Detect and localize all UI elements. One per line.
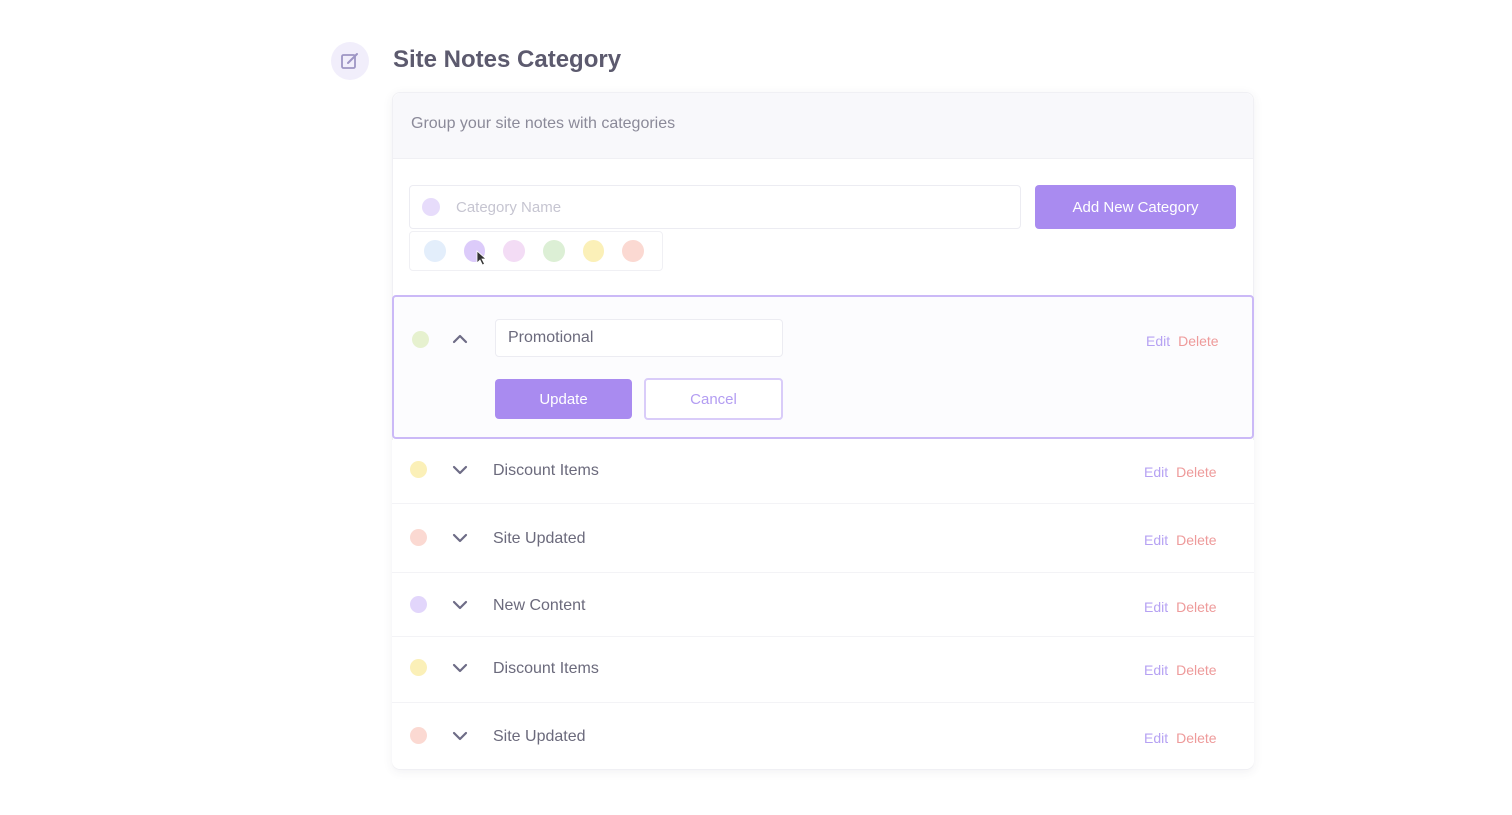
row-actions: Edit Delete [1146, 333, 1219, 349]
delete-link[interactable]: Delete [1176, 730, 1216, 746]
category-row[interactable]: Discount Items Edit Delete [392, 637, 1254, 703]
category-row[interactable]: New Content Edit Delete [392, 573, 1254, 637]
category-row[interactable]: Discount Items Edit Delete [392, 440, 1254, 504]
color-picker [409, 231, 663, 271]
color-swatch-pink[interactable] [503, 240, 526, 262]
chevron-up-icon[interactable] [452, 334, 468, 344]
edit-link[interactable]: Edit [1144, 730, 1168, 746]
page: Site Notes Category Group your site note… [0, 0, 1512, 815]
row-actions: Edit Delete [1144, 464, 1217, 480]
category-row[interactable]: Site Updated Edit Delete [392, 703, 1254, 769]
page-title: Site Notes Category [393, 46, 622, 73]
chevron-down-icon[interactable] [452, 731, 468, 741]
category-edit-input[interactable] [495, 319, 783, 357]
delete-link[interactable]: Delete [1176, 599, 1216, 615]
category-name-field[interactable] [409, 185, 1021, 229]
edit-link[interactable]: Edit [1144, 532, 1168, 548]
mouse-cursor-icon [476, 250, 488, 266]
chevron-down-icon[interactable] [452, 533, 468, 543]
edit-icon [331, 42, 369, 80]
delete-link[interactable]: Delete [1176, 532, 1216, 548]
category-label: Discount Items [493, 462, 599, 479]
color-swatch-red[interactable] [622, 240, 645, 262]
delete-link[interactable]: Delete [1178, 333, 1218, 349]
cancel-button[interactable]: Cancel [644, 378, 783, 420]
category-color-dot [410, 529, 427, 546]
delete-link[interactable]: Delete [1176, 464, 1216, 480]
update-button[interactable]: Update [495, 379, 632, 419]
category-color-dot [410, 596, 427, 613]
selected-color-dot [422, 198, 440, 216]
row-actions: Edit Delete [1144, 730, 1217, 746]
category-color-dot [410, 461, 427, 478]
category-color-dot [410, 727, 427, 744]
category-row[interactable]: Site Updated Edit Delete [392, 504, 1254, 573]
edit-link[interactable]: Edit [1144, 662, 1168, 678]
color-swatch-green[interactable] [543, 240, 565, 262]
category-color-dot [412, 331, 429, 348]
edit-link[interactable]: Edit [1144, 599, 1168, 615]
chevron-down-icon[interactable] [452, 663, 468, 673]
category-row-editing: Update Cancel Edit Delete [392, 295, 1254, 439]
category-label: New Content [493, 597, 586, 614]
card-description: Group your site notes with categories [393, 93, 1253, 159]
add-new-category-button[interactable]: Add New Category [1035, 185, 1236, 229]
category-label: Site Updated [493, 728, 586, 745]
chevron-down-icon[interactable] [452, 465, 468, 475]
delete-link[interactable]: Delete [1176, 662, 1216, 678]
row-actions: Edit Delete [1144, 532, 1217, 548]
chevron-down-icon[interactable] [452, 600, 468, 610]
edit-link[interactable]: Edit [1144, 464, 1168, 480]
category-label: Site Updated [493, 530, 586, 547]
edit-link[interactable]: Edit [1146, 333, 1170, 349]
row-actions: Edit Delete [1144, 662, 1217, 678]
row-actions: Edit Delete [1144, 599, 1217, 615]
color-swatch-blue[interactable] [424, 240, 446, 262]
color-swatch-yellow[interactable] [582, 240, 605, 262]
category-name-input[interactable] [456, 198, 996, 216]
category-color-dot [410, 659, 427, 676]
category-label: Discount Items [493, 660, 599, 677]
